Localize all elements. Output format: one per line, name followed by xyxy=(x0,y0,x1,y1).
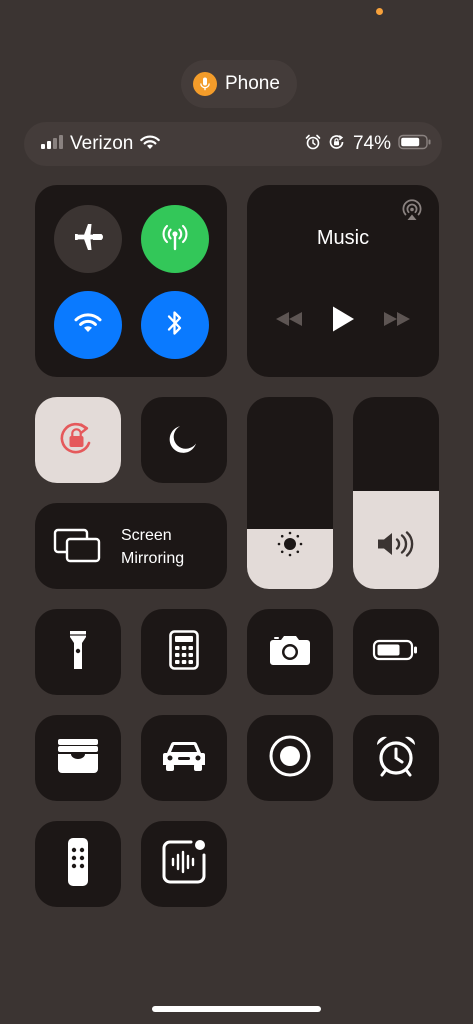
airplane-icon xyxy=(73,222,103,257)
music-module[interactable]: Music xyxy=(247,185,439,377)
apple-tv-remote-button[interactable] xyxy=(35,821,121,907)
orientation-lock-icon xyxy=(328,134,346,155)
cellular-data-toggle[interactable] xyxy=(141,205,209,273)
calculator-button[interactable] xyxy=(141,609,227,695)
bluetooth-toggle[interactable] xyxy=(141,291,209,359)
orientation-lock-icon xyxy=(56,418,100,463)
alarm-icon xyxy=(305,134,321,155)
speaker-icon xyxy=(376,531,416,562)
sound-recognition-button[interactable] xyxy=(141,821,227,907)
record-icon xyxy=(268,734,312,783)
driving-focus-button[interactable] xyxy=(141,715,227,801)
bluetooth-icon xyxy=(165,308,185,343)
low-power-mode-button[interactable] xyxy=(353,609,439,695)
alarm-clock-icon xyxy=(374,734,418,783)
battery-icon xyxy=(398,134,432,155)
connectivity-module xyxy=(35,185,227,377)
moon-icon xyxy=(167,421,201,460)
wifi-toggle[interactable] xyxy=(54,291,122,359)
wallet-button[interactable] xyxy=(35,715,121,801)
volume-slider[interactable] xyxy=(353,397,439,589)
sound-recognition-icon xyxy=(160,838,208,891)
screen-mirroring-icon xyxy=(53,528,103,569)
battery-icon xyxy=(372,638,420,667)
fast-forward-icon[interactable] xyxy=(382,311,412,332)
microphone-app-label: Phone xyxy=(225,73,280,94)
status-bar: Verizon 74% xyxy=(24,122,442,166)
screen-mirroring-label-line2: Mirroring xyxy=(121,550,185,567)
screen-recording-button[interactable] xyxy=(247,715,333,801)
antenna-icon xyxy=(160,222,190,257)
carrier-name: Verizon xyxy=(70,133,134,154)
airplane-mode-toggle[interactable] xyxy=(54,205,122,273)
microphone-indicator[interactable]: Phone xyxy=(181,60,297,108)
microphone-icon xyxy=(193,72,217,96)
calculator-icon xyxy=(169,629,199,675)
wallet-icon xyxy=(55,737,101,780)
battery-percentage: 74% xyxy=(352,133,391,154)
flashlight-icon xyxy=(68,629,88,676)
remote-icon xyxy=(67,837,89,892)
screen-mirroring-label-line1: Screen xyxy=(121,527,172,544)
wifi-icon xyxy=(73,311,103,340)
camera-button[interactable] xyxy=(247,609,333,695)
flashlight-button[interactable] xyxy=(35,609,121,695)
screen-mirroring-button[interactable]: Screen Mirroring xyxy=(35,503,227,589)
sun-icon xyxy=(276,530,304,563)
cellular-signal-icon xyxy=(40,134,64,155)
camera-icon xyxy=(269,634,311,671)
music-title: Music xyxy=(316,227,370,249)
airplay-icon[interactable] xyxy=(401,199,423,226)
wifi-icon xyxy=(139,134,161,155)
rewind-icon[interactable] xyxy=(274,311,304,332)
play-icon[interactable] xyxy=(331,305,355,338)
car-icon xyxy=(162,740,206,777)
privacy-indicator-dot xyxy=(376,8,383,15)
orientation-lock-button[interactable] xyxy=(35,397,121,483)
focus-button[interactable] xyxy=(141,397,227,483)
brightness-slider[interactable] xyxy=(247,397,333,589)
control-center: Phone Verizon 74% Music Screen Mirroring xyxy=(0,0,473,1024)
home-indicator[interactable] xyxy=(152,1006,321,1012)
alarm-button[interactable] xyxy=(353,715,439,801)
